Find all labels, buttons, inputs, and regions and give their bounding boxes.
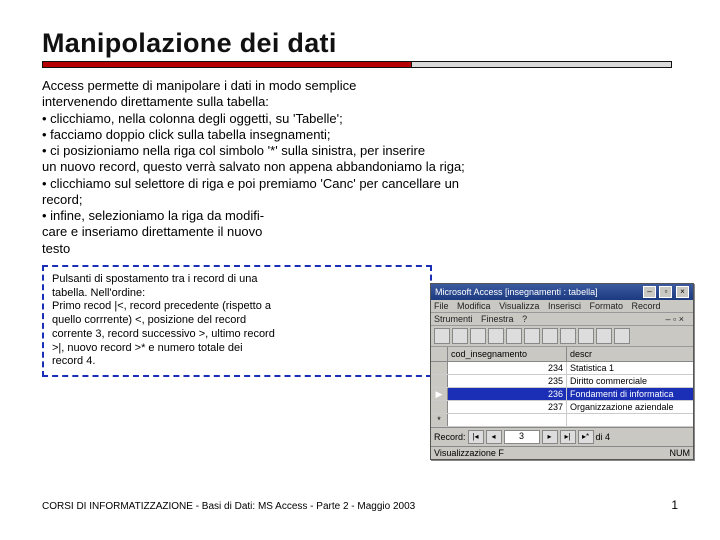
- nav-total: di 4: [596, 432, 611, 442]
- bullet-5b: care e inseriamo direttamente il nuovo: [42, 224, 422, 240]
- close-icon[interactable]: ×: [676, 286, 689, 298]
- nav-callout: Pulsanti di spostamento tra i record di …: [42, 265, 432, 377]
- intro-line-2: intervenendo direttamente sulla tabella:: [42, 94, 662, 110]
- callout-l7: record 4.: [52, 355, 422, 369]
- access-statusbar: Visualizzazione F NUM: [431, 446, 693, 459]
- cell-descr[interactable]: [567, 414, 693, 426]
- toolbar-button[interactable]: [524, 328, 540, 344]
- cell-descr[interactable]: Diritto commerciale: [567, 375, 693, 387]
- row-selector[interactable]: ▶: [431, 388, 448, 400]
- title-underline: [42, 61, 680, 68]
- table-row[interactable]: 235Diritto commerciale: [431, 375, 693, 388]
- body-text: Access permette di manipolare i dati in …: [42, 78, 662, 257]
- menu-strumenti[interactable]: Strumenti: [434, 314, 473, 324]
- row-selector[interactable]: [431, 375, 448, 387]
- menu-modifica[interactable]: Modifica: [457, 301, 491, 311]
- bullet-3b: un nuovo record, questo verrà salvato no…: [42, 159, 662, 175]
- table-row[interactable]: *: [431, 414, 693, 427]
- access-menubar-1[interactable]: File Modifica Visualizza Inserisci Forma…: [431, 300, 693, 313]
- cell-cod[interactable]: 235: [448, 375, 567, 387]
- menu-file[interactable]: File: [434, 301, 449, 311]
- record-navigator[interactable]: Record: |◂ ◂ 3 ▸ ▸| ▸* di 4: [431, 427, 693, 446]
- callout-l2: tabella. Nell'ordine:: [52, 287, 422, 301]
- cell-cod[interactable]: [448, 414, 567, 426]
- toolbar-button[interactable]: [560, 328, 576, 344]
- table-row[interactable]: 234Statistica 1: [431, 362, 693, 375]
- table-header: cod_insegnamento descr: [431, 347, 693, 362]
- slide-title: Manipolazione dei dati: [42, 28, 680, 59]
- cell-cod[interactable]: 237: [448, 401, 567, 413]
- inner-window-controls[interactable]: – ▫ ×: [666, 314, 684, 324]
- nav-position-input[interactable]: 3: [504, 430, 540, 444]
- toolbar-button[interactable]: [434, 328, 450, 344]
- bullet-1: • clicchiamo, nella colonna degli oggett…: [42, 111, 662, 127]
- access-titlebar: Microsoft Access [insegnamenti : tabella…: [431, 284, 693, 300]
- bullet-5a: • infine, selezioniamo la riga da modifi…: [42, 208, 422, 224]
- nav-new-button[interactable]: ▸*: [578, 430, 594, 444]
- maximize-icon[interactable]: ▫: [659, 286, 672, 298]
- menu-help[interactable]: ?: [522, 314, 527, 324]
- menu-visualizza[interactable]: Visualizza: [499, 301, 539, 311]
- window-controls[interactable]: – ▫ ×: [642, 286, 689, 298]
- status-left: Visualizzazione F: [434, 448, 504, 458]
- bullet-3a: • ci posizioniamo nella riga col simbolo…: [42, 143, 662, 159]
- bullet-4a: • clicchiamo sul selettore di riga e poi…: [42, 176, 662, 192]
- status-right: NUM: [670, 448, 691, 458]
- nav-first-button[interactable]: |◂: [468, 430, 484, 444]
- cell-descr[interactable]: Fondamenti di informatica: [567, 388, 693, 400]
- col-header-cod[interactable]: cod_insegnamento: [448, 347, 567, 361]
- callout-l1: Pulsanti di spostamento tra i record di …: [52, 273, 422, 287]
- row-selector[interactable]: [431, 401, 448, 413]
- row-selector[interactable]: *: [431, 414, 448, 426]
- access-menubar-2[interactable]: Strumenti Finestra ? – ▫ ×: [431, 313, 693, 326]
- menu-finestra[interactable]: Finestra: [481, 314, 514, 324]
- callout-l6: >|, nuovo record >* e numero totale dei: [52, 342, 422, 356]
- toolbar-button[interactable]: [506, 328, 522, 344]
- callout-l4: quello corrrente) <, posizione del recor…: [52, 314, 422, 328]
- nav-next-button[interactable]: ▸: [542, 430, 558, 444]
- nav-prev-button[interactable]: ◂: [486, 430, 502, 444]
- col-header-descr[interactable]: descr: [567, 347, 693, 361]
- toolbar-button[interactable]: [488, 328, 504, 344]
- menu-record[interactable]: Record: [632, 301, 661, 311]
- toolbar-button[interactable]: [578, 328, 594, 344]
- bullet-4b: record;: [42, 192, 662, 208]
- toolbar-button[interactable]: [452, 328, 468, 344]
- slide-footer: CORSI DI INFORMATIZZAZIONE - Basi di Dat…: [42, 501, 415, 512]
- access-toolbar[interactable]: [431, 326, 693, 347]
- table-row[interactable]: ▶236Fondamenti di informatica: [431, 388, 693, 401]
- toolbar-button[interactable]: [596, 328, 612, 344]
- access-window: Microsoft Access [insegnamenti : tabella…: [430, 283, 694, 460]
- nav-label: Record:: [434, 432, 466, 442]
- nav-last-button[interactable]: ▸|: [560, 430, 576, 444]
- cell-descr[interactable]: Organizzazione aziendale: [567, 401, 693, 413]
- cell-descr[interactable]: Statistica 1: [567, 362, 693, 374]
- toolbar-button[interactable]: [470, 328, 486, 344]
- cell-cod[interactable]: 236: [448, 388, 567, 400]
- bullet-2: • facciamo doppio click sulla tabella in…: [42, 127, 662, 143]
- cell-cod[interactable]: 234: [448, 362, 567, 374]
- page-number: 1: [671, 498, 678, 512]
- row-selector[interactable]: [431, 362, 448, 374]
- table-row[interactable]: 237Organizzazione aziendale: [431, 401, 693, 414]
- toolbar-button[interactable]: [542, 328, 558, 344]
- bullet-5c: testo: [42, 241, 422, 257]
- callout-l5: corrente 3, record successivo >, ultimo …: [52, 328, 422, 342]
- menu-inserisci[interactable]: Inserisci: [548, 301, 581, 311]
- toolbar-button[interactable]: [614, 328, 630, 344]
- access-title-text: Microsoft Access [insegnamenti : tabella…: [435, 287, 598, 297]
- menu-formato[interactable]: Formato: [589, 301, 623, 311]
- intro-line-1: Access permette di manipolare i dati in …: [42, 78, 662, 94]
- callout-l3: Primo recod |<, record precedente (rispe…: [52, 300, 422, 314]
- minimize-icon[interactable]: –: [643, 286, 656, 298]
